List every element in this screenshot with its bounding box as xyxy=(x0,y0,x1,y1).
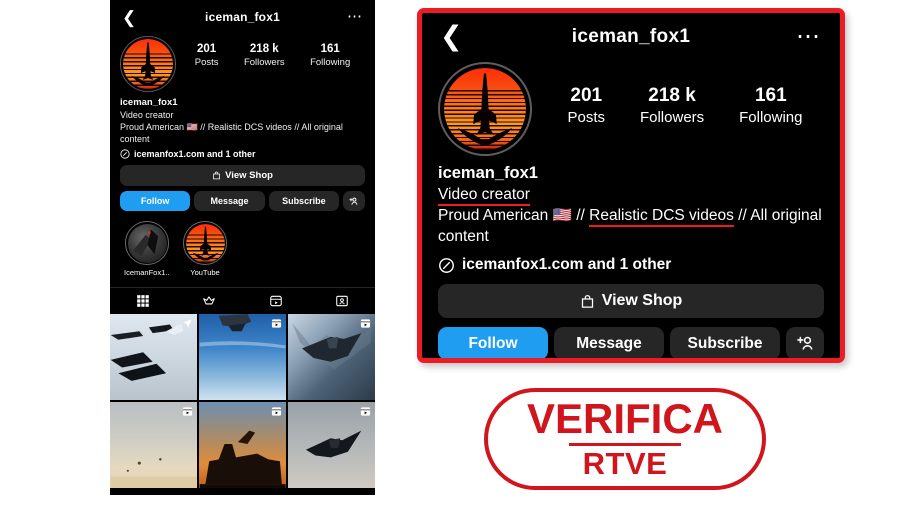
subscribe-button[interactable]: Subscribe xyxy=(268,191,339,211)
tab-shop[interactable] xyxy=(176,294,242,308)
tab-grid[interactable] xyxy=(110,294,176,308)
reel-badge-icon xyxy=(360,319,371,328)
highlight-label: YouTube xyxy=(190,268,220,277)
highlight-label: IcemanFox1... xyxy=(124,268,170,277)
stat-following[interactable]: 161 Following xyxy=(310,42,350,69)
reel-badge-icon xyxy=(272,406,282,416)
bio-description: Proud American 🇺🇸 // Realistic DCS video… xyxy=(120,122,343,144)
phone-header: ❮ iceman_fox1 ⋯ xyxy=(110,0,375,34)
grid-cell-post-b2-bomber-over-snow[interactable] xyxy=(287,314,375,400)
action-buttons: View Shop Follow Message Subscribe xyxy=(422,274,840,358)
us-flag-icon: 🇺🇸 xyxy=(552,207,572,224)
stats-row: 201 Posts 218 k Followers 161 Following xyxy=(176,36,365,69)
post-grid xyxy=(110,314,375,488)
bio-category: Video creator xyxy=(120,110,174,120)
tab-reels[interactable] xyxy=(243,294,309,308)
verifica-rtve-logo: VERIFICA RTVE xyxy=(484,388,766,490)
highlight-cover-icemanfox1 xyxy=(132,228,158,256)
zoom-profile-summary: 201 Posts 218 k Followers 161 Following xyxy=(422,60,840,156)
shop-bag-icon xyxy=(213,171,220,180)
bio-display-name: iceman_fox1 xyxy=(120,97,178,108)
reel-badge-icon xyxy=(183,406,193,416)
highlight-icemanfox1[interactable]: IcemanFox1... xyxy=(124,221,170,277)
add-person-icon xyxy=(796,336,813,350)
bio-link-row[interactable]: icemanfox1.com and 1 other xyxy=(120,149,365,159)
bio-link-row[interactable]: icemanfox1.com and 1 other xyxy=(438,256,824,274)
reels-tab-icon xyxy=(269,295,282,306)
grid-cell-post-f15-sunset-silhouette[interactable] xyxy=(198,401,287,488)
bio-display-name: iceman_fox1 xyxy=(438,164,538,182)
follow-button[interactable]: Follow xyxy=(438,327,548,358)
view-shop-label: View Shop xyxy=(225,170,273,181)
bio-block: iceman_fox1 Video creator Proud American… xyxy=(110,92,375,159)
bio-block: iceman_fox1 Video creator Proud American… xyxy=(422,156,840,274)
action-buttons: View Shop Follow Message Subscribe xyxy=(110,159,375,211)
add-person-button[interactable] xyxy=(342,191,365,211)
add-person-button[interactable] xyxy=(786,327,824,358)
bio-link-text: icemanfox1.com and 1 other xyxy=(462,256,672,273)
highlight-cover-youtube xyxy=(192,226,218,260)
logo-secondary-text: RTVE xyxy=(582,446,668,481)
avatar-jet-silhouette xyxy=(457,73,513,145)
avatar[interactable] xyxy=(120,36,176,92)
stat-followers[interactable]: 218 k Followers xyxy=(244,42,285,69)
view-shop-button[interactable]: View Shop xyxy=(438,284,824,318)
logo-primary-text: VERIFICA xyxy=(526,395,723,442)
grid-tab-icon xyxy=(137,294,149,307)
profile-summary: 201 Posts 218 k Followers 161 Following xyxy=(110,34,375,92)
shop-bag-icon xyxy=(581,294,593,308)
tagged-tab-icon xyxy=(336,295,348,306)
grid-cell-post-b2-bomber-grey-sky[interactable] xyxy=(287,401,375,488)
phone-screenshot-left: ❮ iceman_fox1 ⋯ 201 Posts 218 k Follower… xyxy=(110,0,375,495)
tab-tagged[interactable] xyxy=(309,294,375,308)
stats-row: 201 Posts 218 k Followers 161 Following xyxy=(532,62,824,128)
more-options-icon[interactable]: ⋯ xyxy=(796,24,822,48)
highlight-youtube[interactable]: YouTube xyxy=(182,221,228,277)
story-highlights: IcemanFox1... YouTube xyxy=(110,211,375,277)
grid-cell-post-stealth-jet-blue-sky[interactable] xyxy=(198,314,287,400)
bio-link-text: icemanfox1.com and 1 other xyxy=(134,149,256,159)
profile-tab-bar xyxy=(110,287,375,313)
view-shop-button[interactable]: View Shop xyxy=(120,165,365,186)
link-icon xyxy=(439,257,454,273)
stat-posts[interactable]: 201 Posts xyxy=(195,42,219,69)
add-person-icon xyxy=(349,197,358,205)
message-button[interactable]: Message xyxy=(554,327,664,358)
reel-badge-icon xyxy=(272,319,282,328)
zoom-header: ❮ iceman_fox1 ⋯ xyxy=(422,13,840,60)
grid-cell-post-jets-formation-sky[interactable] xyxy=(110,314,198,400)
page-title: iceman_fox1 xyxy=(571,25,691,47)
screenshot-canvas: ❮ iceman_fox1 ⋯ 201 Posts 218 k Follower… xyxy=(0,0,900,507)
stat-followers[interactable]: 218 k Followers xyxy=(640,84,704,128)
bio-description: Proud American 🇺🇸 // Realistic DCS video… xyxy=(438,207,822,245)
page-title: iceman_fox1 xyxy=(205,10,280,24)
grid-cell-post-hazy-desert-sky[interactable] xyxy=(110,401,198,488)
stat-following[interactable]: 161 Following xyxy=(739,84,802,128)
link-icon xyxy=(120,149,130,159)
bio-category-row: Video creator xyxy=(438,184,824,206)
avatar[interactable] xyxy=(438,62,532,156)
zoomed-profile-panel: ❮ iceman_fox1 ⋯ 201 Posts 218 k Follower… xyxy=(417,8,845,363)
follow-button[interactable]: Follow xyxy=(120,191,191,211)
reel-badge-icon xyxy=(360,406,371,416)
shop-tab-icon xyxy=(203,295,216,304)
bio-category: Video creator xyxy=(438,186,530,206)
post-plane-icon xyxy=(183,319,192,328)
avatar-jet-silhouette xyxy=(131,42,165,86)
stat-posts[interactable]: 201 Posts xyxy=(567,84,605,128)
subscribe-button[interactable]: Subscribe xyxy=(670,327,780,358)
bio-highlighted-phrase: Realistic DCS videos xyxy=(589,207,734,227)
message-button[interactable]: Message xyxy=(194,191,265,211)
view-shop-label: View Shop xyxy=(601,292,683,309)
us-flag-icon: 🇺🇸 xyxy=(186,122,198,132)
